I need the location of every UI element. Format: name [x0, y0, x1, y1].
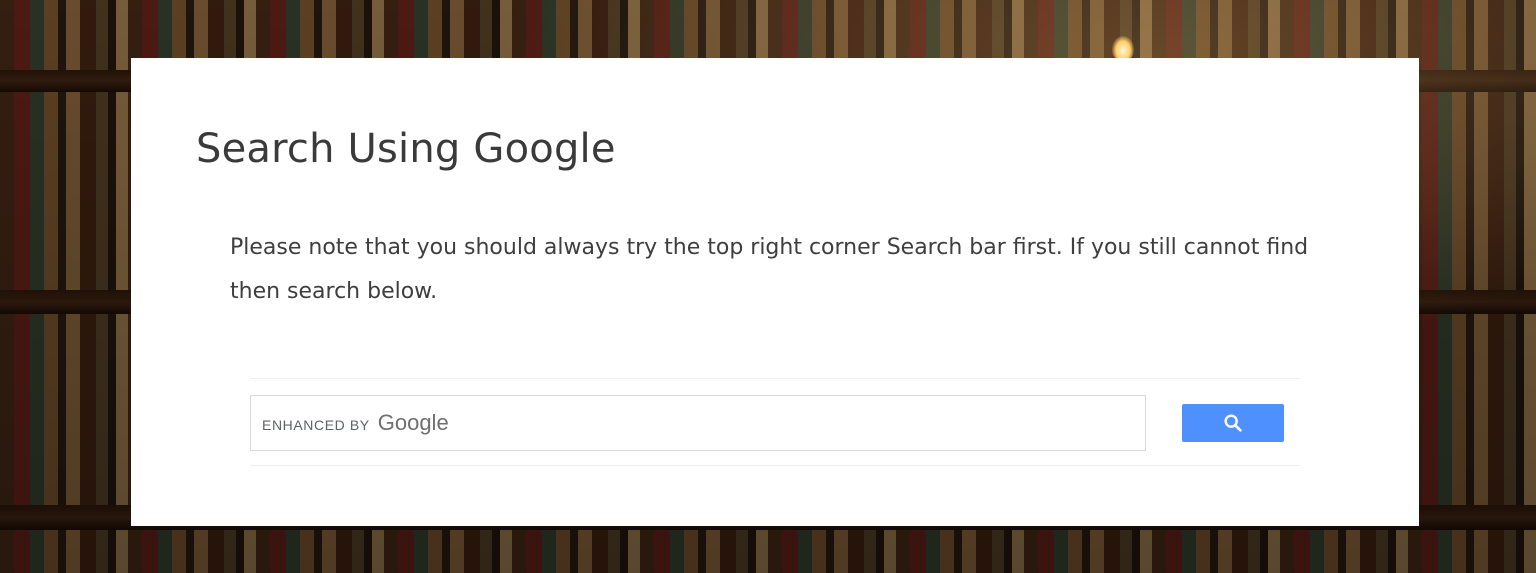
search-input[interactable] [251, 396, 1145, 450]
candle-glow [1112, 36, 1134, 60]
search-card: Search Using Google Please note that you… [131, 58, 1419, 526]
search-note: Please note that you should always try t… [230, 235, 1309, 304]
search-button[interactable] [1182, 404, 1284, 442]
search-icon [1224, 414, 1242, 432]
page: Search Using Google Please note that you… [0, 0, 1536, 573]
page-title: Search Using Google [196, 126, 616, 172]
search-box[interactable]: ENHANCED BY Google [250, 395, 1146, 451]
google-custom-search: ENHANCED BY Google [250, 378, 1300, 466]
